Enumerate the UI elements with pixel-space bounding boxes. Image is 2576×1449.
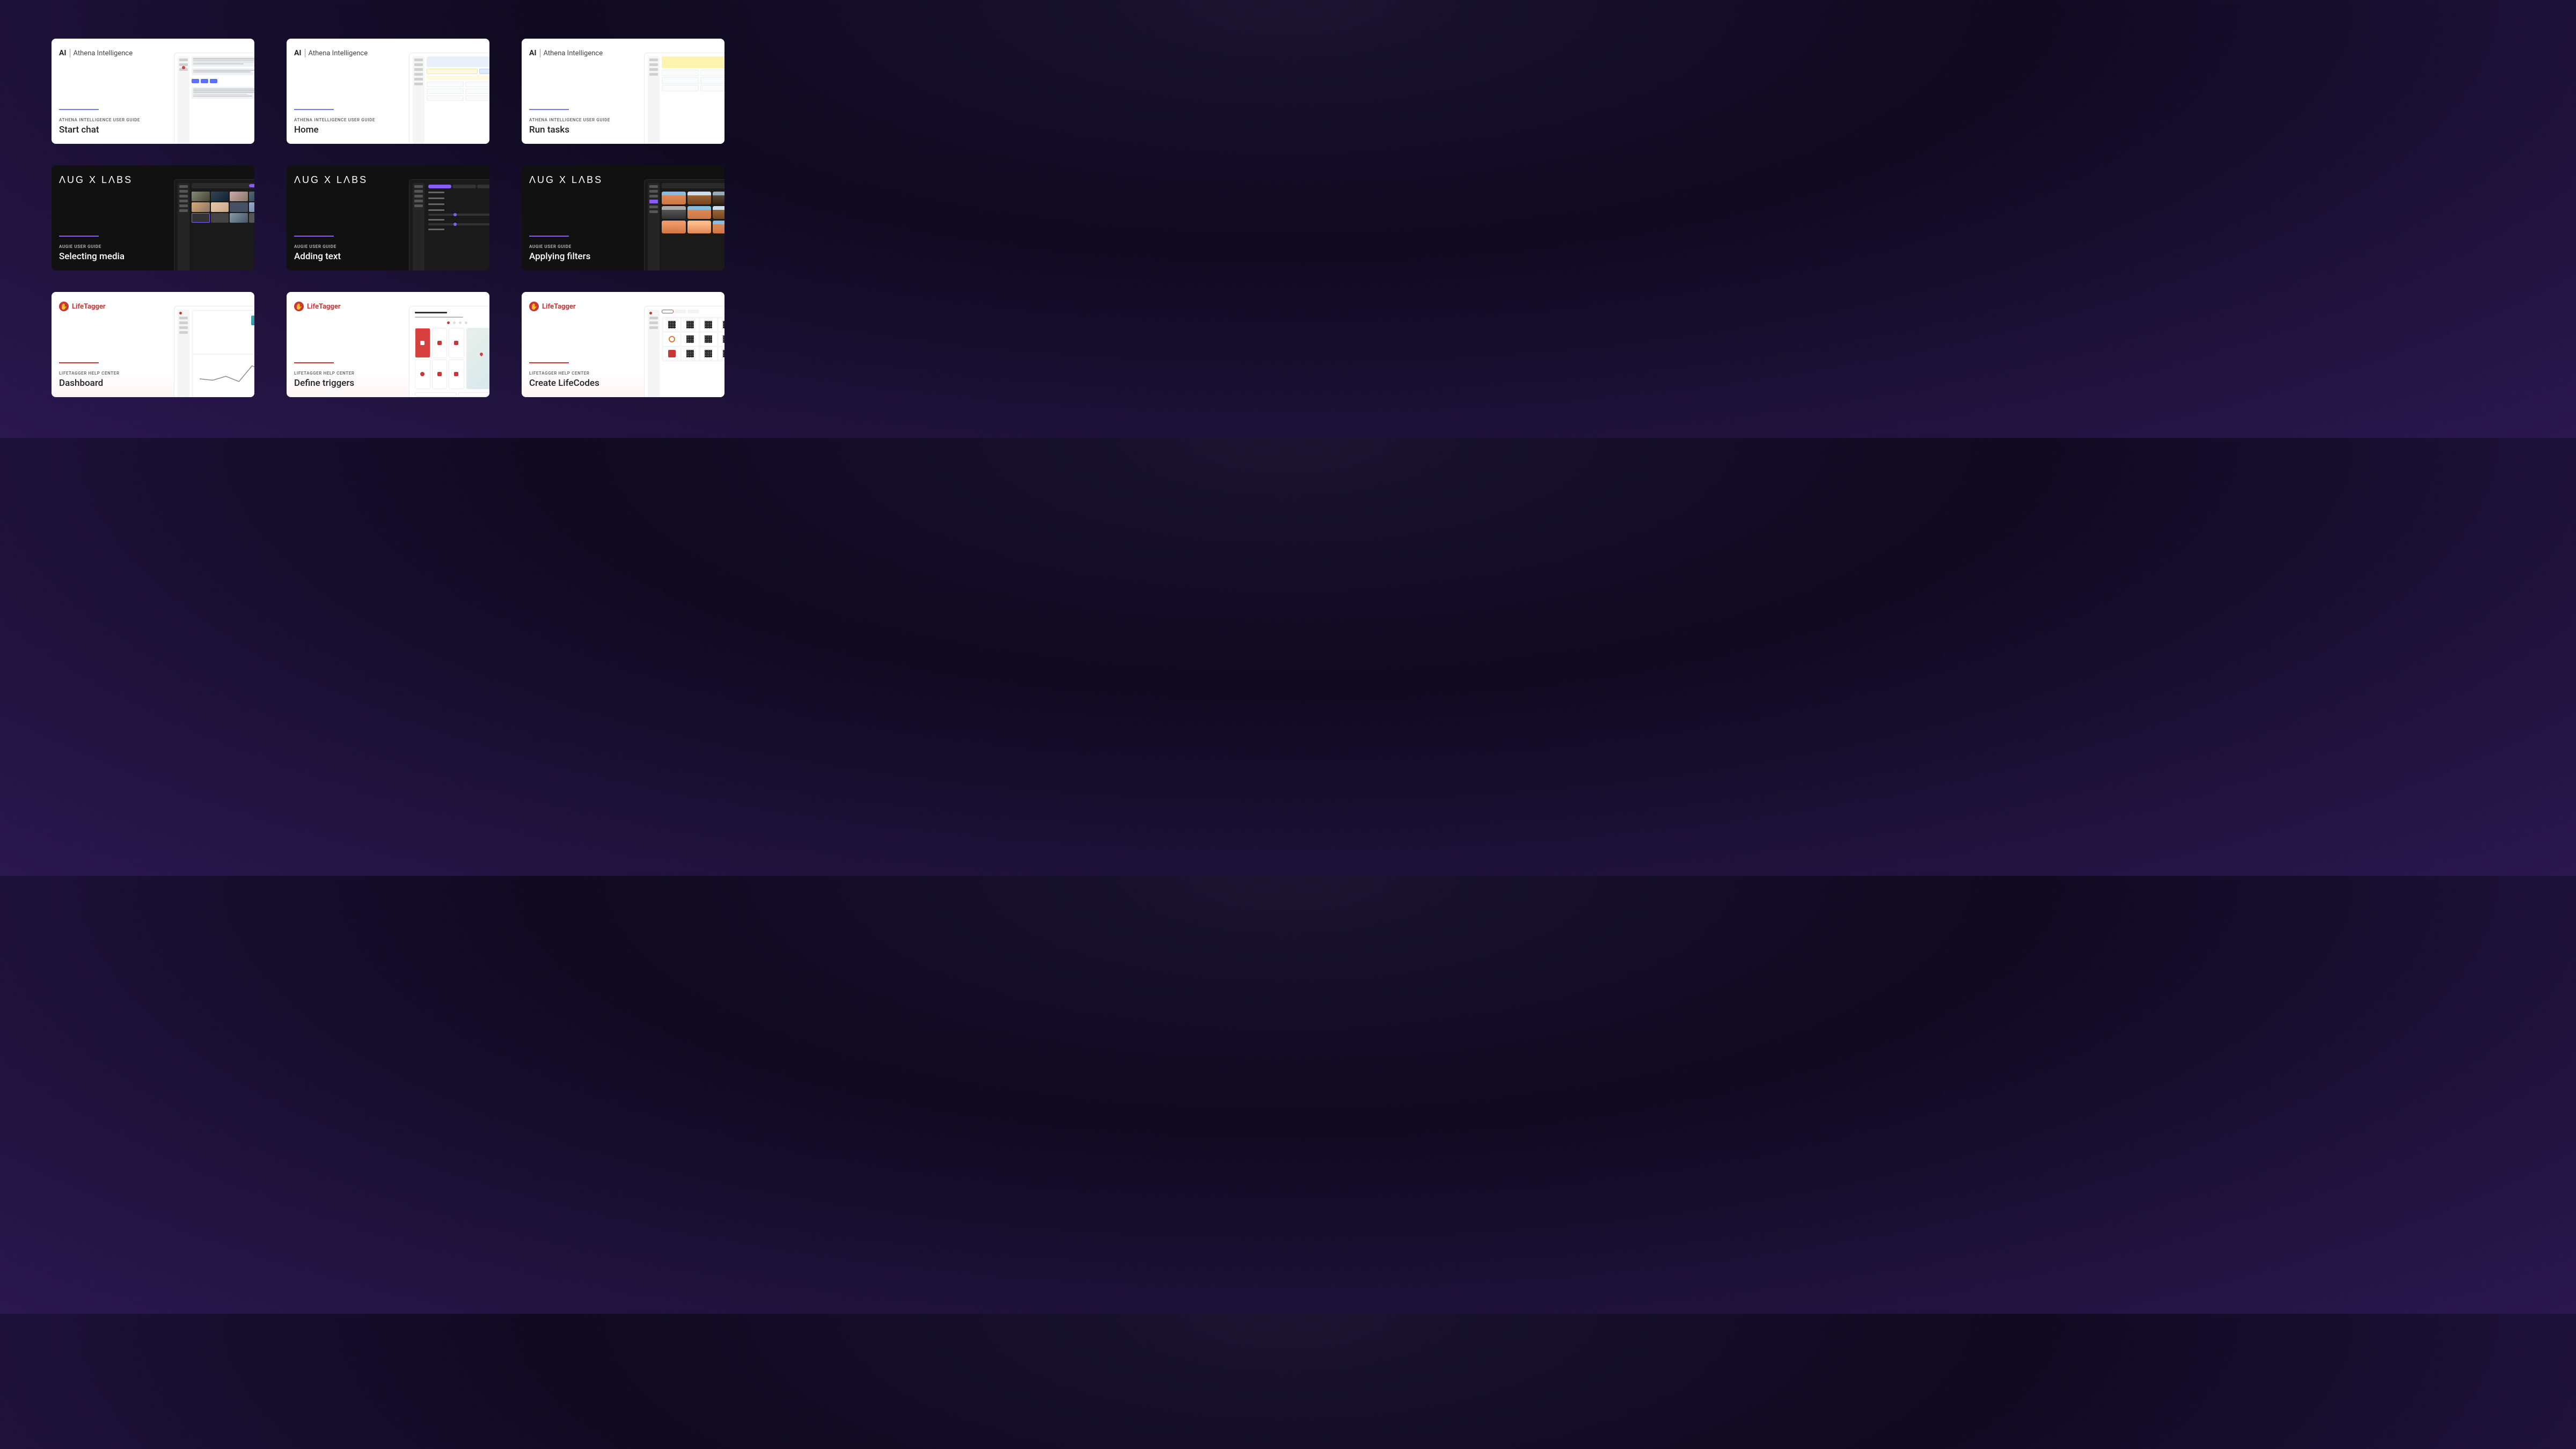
hand-icon: ✋: [529, 302, 539, 311]
augx-logo-text: ΛUG X LΛBS: [529, 174, 603, 186]
accent-bar: [529, 362, 569, 363]
augx-logo: ΛUG X LΛBS: [529, 175, 633, 185]
card-augx-applying-filters[interactable]: ΛUG X LΛBS AUGIE USER GUIDE Applying fil…: [522, 165, 724, 270]
card-lifetagger-define-triggers[interactable]: ✋ LifeTagger LIFETAGGER HELP CENTER Defi…: [287, 292, 489, 397]
card-thumbnail: [644, 306, 724, 397]
lifetagger-logo: ✋ LifeTagger: [59, 302, 163, 311]
card-augx-adding-text[interactable]: ΛUG X LΛBS AUGIE USER GUIDE Adding text: [287, 165, 489, 270]
card-category: LIFETAGGER HELP CENTER: [294, 371, 398, 376]
card-thumbnail: [644, 179, 724, 270]
augx-logo: ΛUG X LΛBS: [59, 175, 163, 185]
card-title: Adding text: [294, 251, 398, 262]
card-category: AUGIE USER GUIDE: [529, 244, 633, 249]
card-athena-start-chat[interactable]: AI Athena Intelligence ATHENA INTELLIGEN…: [52, 39, 254, 144]
accent-bar: [59, 362, 99, 363]
athena-logo-mark: AI: [294, 49, 305, 57]
athena-logo-text: Athena Intelligence: [74, 49, 133, 57]
hand-icon: ✋: [294, 302, 304, 311]
card-title: Run tasks: [529, 125, 633, 135]
card-thumbnail: [174, 53, 254, 144]
card-category: ATHENA INTELLIGENCE USER GUIDE: [529, 118, 633, 122]
guide-card-grid: AI Athena Intelligence ATHENA INTELLIGEN…: [52, 39, 730, 397]
augx-logo: ΛUG X LΛBS: [294, 175, 398, 185]
card-title: Home: [294, 125, 398, 135]
card-category: LIFETAGGER HELP CENTER: [59, 371, 163, 376]
card-thumbnail: [174, 306, 254, 397]
card-thumbnail: [644, 53, 724, 144]
card-category: ATHENA INTELLIGENCE USER GUIDE: [294, 118, 398, 122]
card-title: Dashboard: [59, 378, 163, 389]
lifetagger-logo-text: LifeTagger: [542, 303, 576, 311]
hand-icon: ✋: [59, 302, 69, 311]
card-category: LIFETAGGER HELP CENTER: [529, 371, 633, 376]
accent-bar: [294, 236, 334, 237]
athena-logo-text: Athena Intelligence: [544, 49, 603, 57]
athena-logo-mark: AI: [529, 49, 540, 57]
athena-logo-text: Athena Intelligence: [309, 49, 368, 57]
lifetagger-logo: ✋ LifeTagger: [294, 302, 398, 311]
card-thumbnail: [409, 306, 489, 397]
card-category: ATHENA INTELLIGENCE USER GUIDE: [59, 118, 163, 122]
card-title: Selecting media: [59, 251, 163, 262]
lifetagger-logo: ✋ LifeTagger: [529, 302, 633, 311]
lifetagger-logo-text: LifeTagger: [72, 303, 106, 311]
card-athena-run-tasks[interactable]: AI Athena Intelligence ATHENA INTELLIGEN…: [522, 39, 724, 144]
accent-bar: [529, 109, 569, 110]
accent-bar: [59, 109, 99, 110]
card-thumbnail: [409, 53, 489, 144]
card-augx-selecting-media[interactable]: ΛUG X LΛBS AUGIE USER GUIDE Selecting me…: [52, 165, 254, 270]
card-title: Define triggers: [294, 378, 398, 389]
athena-logo-mark: AI: [59, 49, 70, 57]
augx-logo-text: ΛUG X LΛBS: [294, 174, 368, 186]
card-thumbnail: [409, 179, 489, 270]
accent-bar: [294, 109, 334, 110]
athena-logo: AI Athena Intelligence: [529, 48, 633, 58]
card-athena-home[interactable]: AI Athena Intelligence ATHENA INTELLIGEN…: [287, 39, 489, 144]
accent-bar: [529, 236, 569, 237]
card-lifetagger-create-lifecodes[interactable]: ✋ LifeTagger LIFETAGGER HELP CENTER Crea…: [522, 292, 724, 397]
lifetagger-logo-text: LifeTagger: [307, 303, 341, 311]
accent-bar: [59, 236, 99, 237]
card-title: Applying filters: [529, 251, 633, 262]
augx-logo-text: ΛUG X LΛBS: [59, 174, 133, 186]
card-title: Start chat: [59, 125, 163, 135]
card-category: AUGIE USER GUIDE: [294, 244, 398, 249]
athena-logo: AI Athena Intelligence: [59, 48, 163, 58]
athena-logo: AI Athena Intelligence: [294, 48, 398, 58]
accent-bar: [294, 362, 334, 363]
card-title: Create LifeCodes: [529, 378, 633, 389]
card-category: AUGIE USER GUIDE: [59, 244, 163, 249]
card-lifetagger-dashboard[interactable]: ✋ LifeTagger LIFETAGGER HELP CENTER Dash…: [52, 292, 254, 397]
card-thumbnail: [174, 179, 254, 270]
